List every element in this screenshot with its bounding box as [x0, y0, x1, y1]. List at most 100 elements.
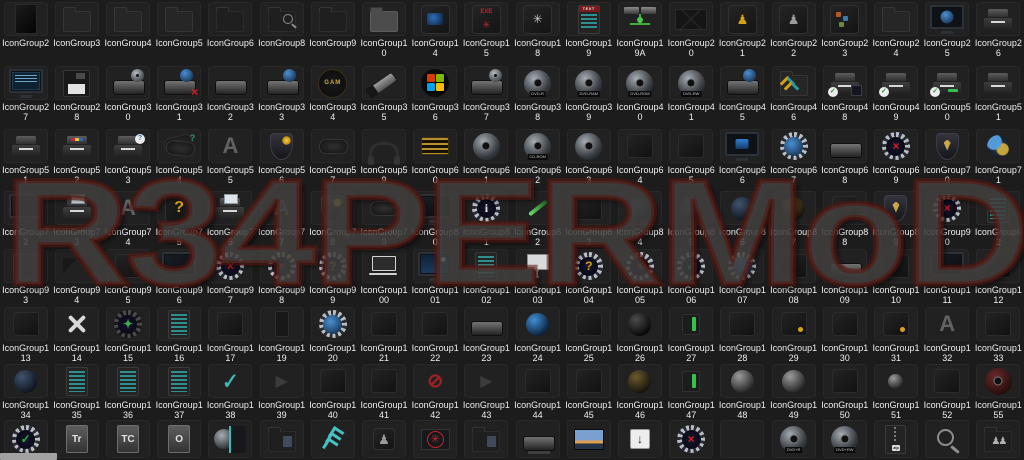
- icon-cell[interactable]: [307, 418, 358, 460]
- icon-cell-icongroup152[interactable]: IconGroup1 52: [922, 362, 973, 420]
- icon-cell-icongroup104[interactable]: ?IconGroup1 04: [563, 247, 614, 305]
- icon-cell-icongroup70[interactable]: IconGroup7 0: [922, 127, 973, 189]
- icon-cell-icongroup150[interactable]: IconGroup1 50: [819, 362, 870, 420]
- icon-cell-icongroup8[interactable]: IconGroup8: [256, 0, 307, 64]
- icon-cell-icongroup2[interactable]: IconGroup2: [0, 0, 51, 64]
- icon-cell-icongroup95[interactable]: IconGroup9 5: [102, 247, 153, 305]
- icon-cell-icongroup26[interactable]: IconGroup2 6: [973, 0, 1024, 64]
- icon-cell-icongroup124[interactable]: IconGroup1 24: [512, 305, 563, 363]
- icon-cell-icongroup48[interactable]: ✓IconGroup4 8: [819, 64, 870, 127]
- icon-cell-icongroup33[interactable]: IconGroup3 3: [256, 64, 307, 127]
- icon-cell-icongroup45[interactable]: IconGroup4 5: [717, 64, 768, 127]
- icon-cell-icongroup41[interactable]: DVD-RWIconGroup4 1: [666, 64, 717, 127]
- icon-cell-icongroup116[interactable]: IconGroup1 16: [154, 305, 205, 363]
- icon-cell-icongroup51[interactable]: IconGroup5 1: [0, 127, 51, 189]
- icon-cell-icongroup144[interactable]: IconGroup1 44: [512, 362, 563, 420]
- icon-cell-icongroup117[interactable]: IconGroup1 17: [205, 305, 256, 363]
- icon-cell[interactable]: [922, 418, 973, 460]
- icon-cell-icongroup49[interactable]: ✓IconGroup4 9: [870, 64, 921, 127]
- icon-cell-icongroup61[interactable]: IconGroup6 1: [461, 127, 512, 189]
- icon-cell-icongroup78[interactable]: IconGroup7 8: [307, 189, 358, 247]
- icon-cell-icongroup14[interactable]: IconGroup1 4: [410, 0, 461, 64]
- icon-cell-icongroup51[interactable]: IconGroup5 1: [973, 64, 1024, 127]
- icon-cell-icongroup112[interactable]: IconGroup1 12: [973, 247, 1024, 305]
- icon-cell-icongroup23[interactable]: IconGroup2 3: [819, 0, 870, 64]
- icon-cell-icongroup127[interactable]: IconGroup1 27: [666, 305, 717, 363]
- icon-cell-icongroup89[interactable]: IconGroup8 9: [870, 189, 921, 247]
- icon-cell-icongroup65[interactable]: IconGroup6 5: [666, 127, 717, 189]
- icon-cell-icongroup83[interactable]: IconGroup8 3: [563, 189, 614, 247]
- icon-cell-icongroup143[interactable]: ▶IconGroup1 43: [461, 362, 512, 420]
- icon-cell-icongroup82[interactable]: IconGroup8 2: [512, 189, 563, 247]
- icon-cell-icongroup66[interactable]: IconGroup6 6: [717, 127, 768, 189]
- icon-cell-icongroup74[interactable]: AIconGroup7 4: [102, 189, 153, 247]
- icon-cell[interactable]: ↓: [614, 418, 665, 460]
- icon-cell[interactable]: [563, 418, 614, 460]
- icon-cell-icongroup111[interactable]: IconGroup1 11: [922, 247, 973, 305]
- icon-cell-icongroup87[interactable]: IconGroup8 7: [768, 189, 819, 247]
- icon-cell-icongroup113[interactable]: IconGroup1 13: [0, 305, 51, 363]
- icon-cell-icongroup55[interactable]: AIconGroup5 5: [205, 127, 256, 189]
- icon-cell-icongroup30[interactable]: IconGroup3 0: [102, 64, 153, 127]
- icon-cell[interactable]: zip: [870, 418, 921, 460]
- icon-cell-icongroup135[interactable]: IconGroup1 35: [51, 362, 102, 420]
- icon-cell[interactable]: ✳: [410, 418, 461, 460]
- icon-cell[interactable]: ♟♟: [973, 418, 1024, 460]
- icon-cell-icongroup131[interactable]: IconGroup1 31: [870, 305, 921, 363]
- icon-cell-icongroup90[interactable]: ×IconGroup9 0: [922, 189, 973, 247]
- icon-cell-icongroup99[interactable]: ?IconGroup9 9: [307, 247, 358, 305]
- icon-cell-icongroup72[interactable]: IconGroup7 2: [0, 189, 51, 247]
- icon-cell-icongroup39[interactable]: DVD-RAMIconGroup3 9: [563, 64, 614, 127]
- icon-cell-icongroup59[interactable]: IconGroup5 9: [358, 127, 409, 189]
- icon-cell-icongroup107[interactable]: IconGroup1 07: [717, 247, 768, 305]
- icon-cell-icongroup35[interactable]: IconGroup3 5: [358, 64, 409, 127]
- icon-cell-icongroup96[interactable]: IconGroup9 6: [154, 247, 205, 305]
- icon-cell-icongroup53[interactable]: ?IconGroup5 3: [102, 127, 153, 189]
- icon-cell-icongroup121[interactable]: IconGroup1 21: [358, 305, 409, 363]
- icon-cell[interactable]: [205, 418, 256, 460]
- icon-cell-icongroup79[interactable]: IconGroup7 9: [358, 189, 409, 247]
- icon-cell-icongroup136[interactable]: IconGroup1 36: [102, 362, 153, 420]
- icon-cell-icongroup148[interactable]: IconGroup1 48: [717, 362, 768, 420]
- icon-cell[interactable]: [512, 418, 563, 460]
- icon-cell-icongroup147[interactable]: IconGroup1 47: [666, 362, 717, 420]
- icon-cell-icongroup119[interactable]: IconGroup1 19: [256, 305, 307, 363]
- icon-cell-icongroup97[interactable]: ×IconGroup9 7: [205, 247, 256, 305]
- icon-cell-icongroup128[interactable]: IconGroup1 28: [717, 305, 768, 363]
- icon-cell-icongroup86[interactable]: IconGroup8 6: [717, 189, 768, 247]
- icon-cell-icongroup106[interactable]: ✓IconGroup1 06: [666, 247, 717, 305]
- icon-cell-icongroup105[interactable]: ×IconGroup1 05: [614, 247, 665, 305]
- icon-cell-icongroup67[interactable]: IconGroup6 7: [768, 127, 819, 189]
- icon-cell-icongroup32[interactable]: IconGroup3 2: [205, 64, 256, 127]
- icon-cell-icongroup115[interactable]: ✦IconGroup1 15: [102, 305, 153, 363]
- icon-cell-icongroup34[interactable]: GAMIconGroup3 4: [307, 64, 358, 127]
- icon-cell-icongroup75[interactable]: ?IconGroup7 5: [154, 189, 205, 247]
- icon-cell-icongroup38[interactable]: DVD-RIconGroup3 8: [512, 64, 563, 127]
- icon-cell-icongroup114[interactable]: IconGroup1 14: [51, 305, 102, 363]
- icon-cell-icongroup108[interactable]: IconGroup1 08: [768, 247, 819, 305]
- icon-cell-icongroup6[interactable]: IconGroup6: [205, 0, 256, 64]
- icon-cell-icongroup71[interactable]: IconGroup7 1: [973, 127, 1024, 189]
- icon-cell-icongroup100[interactable]: IconGroup1 00: [358, 247, 409, 305]
- icon-cell-icongroup56[interactable]: IconGroup5 6: [256, 127, 307, 189]
- icon-cell-icongroup140[interactable]: IconGroup1 40: [307, 362, 358, 420]
- icon-cell-icongroup120[interactable]: IconGroup1 20: [307, 305, 358, 363]
- icon-cell-icongroup76[interactable]: IconGroup7 6: [205, 189, 256, 247]
- icon-cell-icongroup102[interactable]: IconGroup1 02: [461, 247, 512, 305]
- icon-cell-icongroup139[interactable]: ▶IconGroup1 39: [256, 362, 307, 420]
- icon-cell-icongroup84[interactable]: IconGroup8 4: [614, 189, 665, 247]
- icon-cell-icongroup19a[interactable]: IconGroup1 9A: [614, 0, 665, 64]
- icon-cell-icongroup62[interactable]: CD-ROMIconGroup6 2: [512, 127, 563, 189]
- icon-cell-icongroup92[interactable]: IconGroup9 2: [973, 189, 1024, 247]
- icon-cell[interactable]: [461, 418, 512, 460]
- icon-cell-icongroup151[interactable]: IconGroup1 51: [870, 362, 921, 420]
- icon-cell-icongroup137[interactable]: IconGroup1 37: [154, 362, 205, 420]
- icon-cell-icongroup36[interactable]: IconGroup3 6: [410, 64, 461, 127]
- icon-cell-icongroup88[interactable]: IconGroup8 8: [819, 189, 870, 247]
- icon-cell-icongroup94[interactable]: IconGroup9 4: [51, 247, 102, 305]
- icon-cell-icongroup19[interactable]: TEXTIconGroup1 9: [563, 0, 614, 64]
- icon-cell-icongroup134[interactable]: IconGroup1 34: [0, 362, 51, 420]
- icon-cell-icongroup5[interactable]: IconGroup5: [154, 0, 205, 64]
- icon-cell-icongroup52[interactable]: IconGroup5 2: [51, 127, 102, 189]
- icon-cell-icongroup142[interactable]: ⊘IconGroup1 42: [410, 362, 461, 420]
